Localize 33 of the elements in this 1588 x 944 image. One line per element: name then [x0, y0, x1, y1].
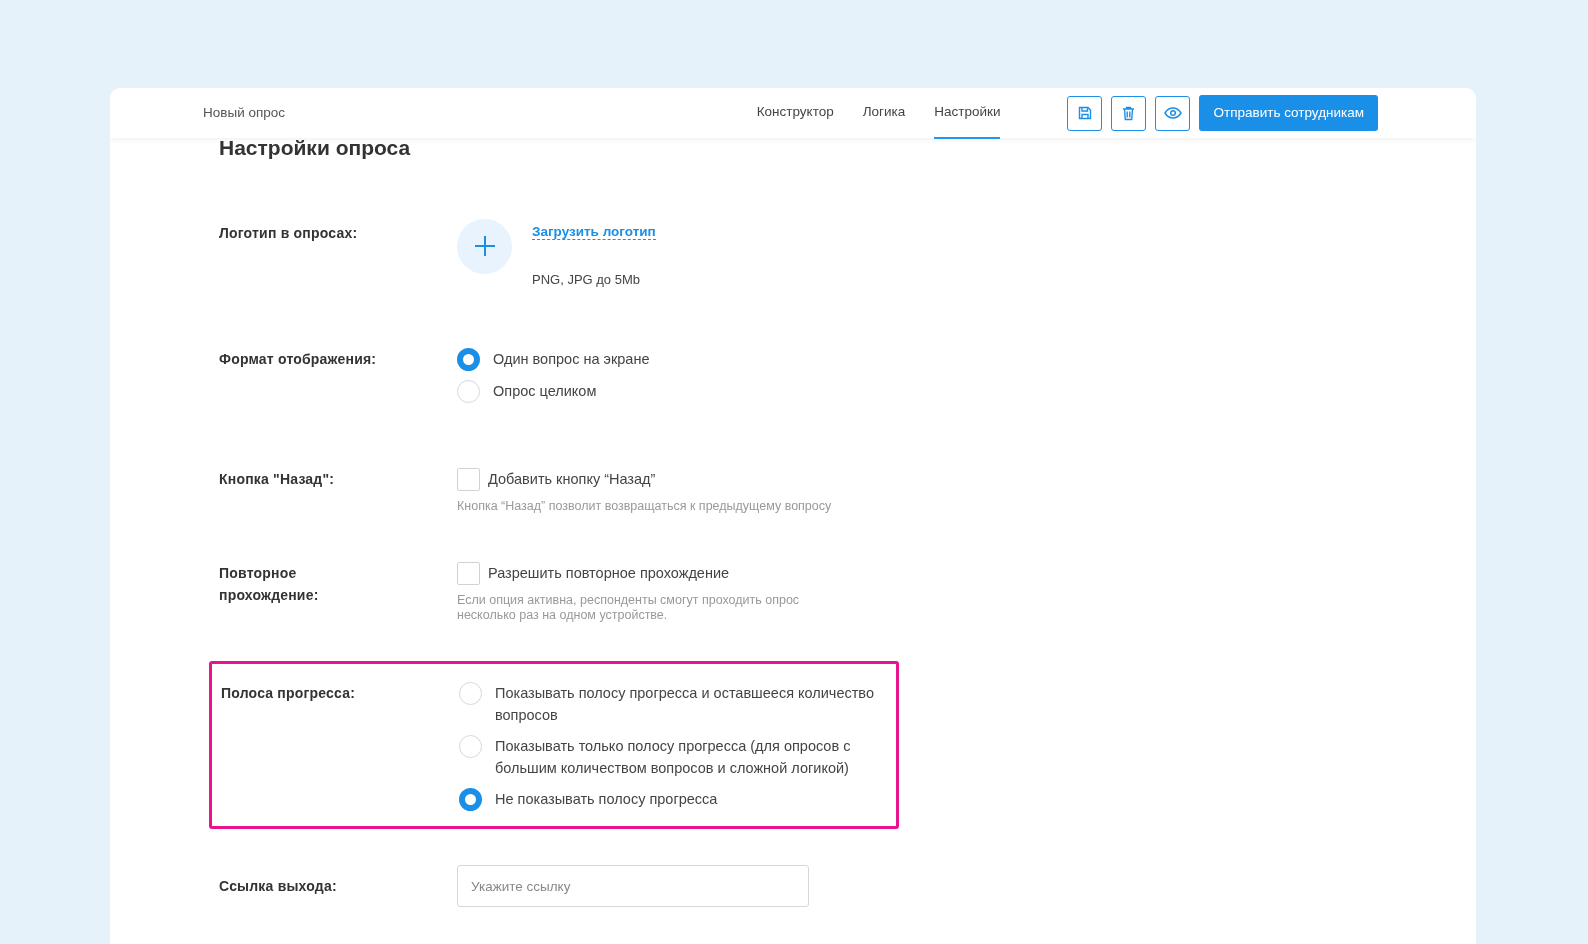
option-label: Показывать только полосу прогресса (для опросов с большим количеством вопросов и сложной логикой) — [495, 737, 852, 778]
eye-icon — [1164, 107, 1182, 119]
radio-button[interactable] — [457, 348, 480, 371]
radio-button[interactable] — [459, 788, 482, 811]
nav-tab[interactable]: Логика — [862, 88, 906, 140]
trash-icon — [1122, 105, 1136, 121]
survey-title: Новый опрос — [203, 103, 285, 122]
page-heading: Настройки опроса — [219, 135, 412, 161]
setting-label: Кнопка "Назад": — [219, 470, 336, 489]
setting-label: Формат отображения: — [219, 350, 378, 369]
checkbox[interactable] — [457, 562, 480, 585]
setting-label: Логотип в опросах: — [219, 223, 359, 243]
preview-button[interactable] — [1155, 95, 1191, 131]
option-label: Опрос целиком — [493, 382, 597, 401]
file-format-hint: PNG, JPG до 5Mb — [532, 270, 641, 289]
nav-tab[interactable]: Настройки — [934, 88, 1001, 140]
option-label: Не показывать полосу прогресса — [495, 790, 718, 809]
help-text: Если опция активна, респонденты смогут проходить опрос несколько раз на одном устройстве. — [457, 593, 801, 623]
setting-label: Ссылка выхода: — [219, 877, 338, 896]
delete-button[interactable] — [1111, 95, 1147, 131]
link-input-field[interactable]: Укажите ссылку — [457, 865, 809, 907]
option-label: Разрешить повторное прохождение — [488, 564, 730, 583]
plus-icon — [474, 236, 495, 256]
option-label: Добавить кнопку “Назад” — [488, 470, 656, 489]
save-button[interactable] — [1067, 95, 1103, 131]
option-label: Один вопрос на экране — [493, 350, 650, 369]
checkbox[interactable] — [457, 468, 480, 491]
setting-label: Полоса прогресса: — [221, 684, 357, 703]
help-text: Кнопка “Назад” позволит возвращаться к предыдущему вопросу — [457, 499, 832, 514]
save-icon — [1078, 106, 1092, 120]
option-label: Показывать полосу прогресса и оставшееся количество вопросов — [495, 684, 875, 725]
nav-tab[interactable]: Конструктор — [756, 88, 834, 140]
setting-label: Повторное прохождение: — [219, 564, 320, 605]
